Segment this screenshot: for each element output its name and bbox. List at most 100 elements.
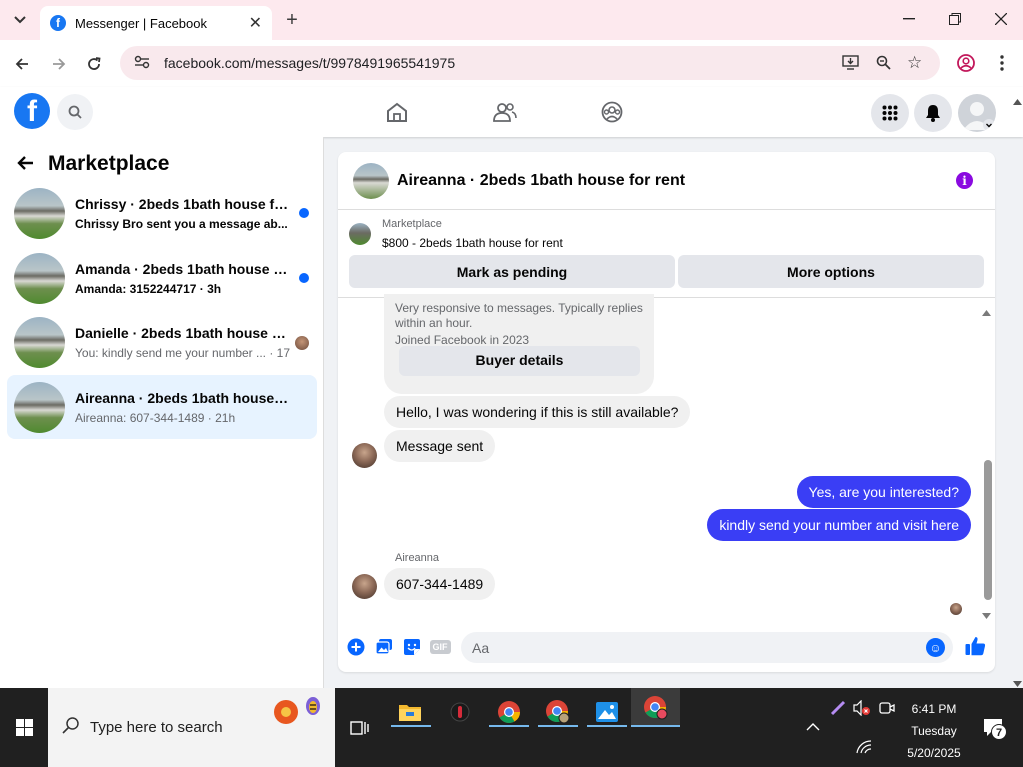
conversation-preview: Amanda: 3152244717 · 3h bbox=[75, 281, 222, 296]
chrome-profile-icon[interactable] bbox=[538, 694, 578, 729]
like-thumb-icon[interactable] bbox=[964, 635, 986, 657]
conversation-preview: Aireanna: 607-344-1489 · 21h bbox=[75, 410, 236, 425]
scrollbar-thumb[interactable] bbox=[984, 460, 992, 600]
menu-grid-icon[interactable] bbox=[871, 94, 909, 132]
account-avatar[interactable] bbox=[958, 94, 996, 132]
buyer-info-card: Very responsive to messages. Typically r… bbox=[384, 294, 654, 394]
notification-center-icon[interactable]: 7 bbox=[983, 718, 1007, 741]
search-icon bbox=[62, 716, 80, 739]
conversation-item[interactable]: Amanda · 2beds 1bath house for ... Amand… bbox=[7, 246, 317, 310]
minimize-icon[interactable] bbox=[899, 9, 919, 29]
listing-title[interactable]: $800 - 2beds 1bath house for rent bbox=[382, 236, 563, 250]
chrome-profile-active-icon[interactable] bbox=[631, 688, 680, 727]
more-options-button[interactable]: More options bbox=[678, 255, 984, 288]
clock-time: 6:41 PM bbox=[911, 702, 957, 716]
app-icon[interactable] bbox=[440, 694, 480, 729]
volume-muted-icon[interactable] bbox=[853, 699, 871, 719]
buyer-details-button[interactable]: Buyer details bbox=[399, 346, 640, 376]
active-app-indicator bbox=[391, 725, 431, 727]
listing-thumbnail bbox=[14, 252, 65, 304]
chrome-icon[interactable] bbox=[489, 694, 529, 729]
message-input[interactable]: Aa ☺ bbox=[461, 632, 953, 663]
responsiveness-text: Very responsive to messages. Typically r… bbox=[395, 301, 643, 330]
chat-panel: Aireanna · 2beds 1bath house for rent i … bbox=[338, 152, 995, 672]
bookmark-star-icon[interactable]: ☆ bbox=[907, 53, 922, 73]
mark-pending-button[interactable]: Mark as pending bbox=[349, 255, 675, 288]
emoji-icon[interactable]: ☺ bbox=[926, 638, 945, 657]
reload-icon[interactable] bbox=[83, 53, 105, 75]
contact-avatar bbox=[352, 443, 377, 468]
windows-start-icon[interactable] bbox=[16, 719, 33, 736]
windows-taskbar: Type here to search 6:41 PM Tuesday 5/20… bbox=[0, 688, 1023, 767]
listing-thumbnail bbox=[349, 223, 371, 245]
conversation-sidebar: Marketplace Chrissy · 2beds 1bath house … bbox=[0, 137, 324, 688]
sticker-icon[interactable] bbox=[402, 637, 421, 656]
task-view-icon[interactable] bbox=[340, 710, 380, 745]
home-icon[interactable] bbox=[383, 99, 411, 125]
notifications-bell-icon[interactable] bbox=[914, 94, 952, 132]
conversation-item-active[interactable]: Aireanna · 2beds 1bath house for r... Ai… bbox=[7, 375, 317, 439]
photos-icon[interactable] bbox=[587, 694, 627, 729]
message-bubble-outgoing: Yes, are you interested? bbox=[796, 476, 971, 508]
back-icon[interactable] bbox=[11, 53, 33, 75]
unread-dot-icon bbox=[299, 273, 309, 283]
conversation-item[interactable]: Chrissy · 2beds 1bath house for r... Chr… bbox=[7, 181, 317, 245]
chat-title: Aireanna · 2beds 1bath house for rent bbox=[397, 171, 686, 189]
info-icon[interactable]: i bbox=[956, 172, 973, 189]
tab-search-icon[interactable] bbox=[10, 10, 30, 30]
search-icon[interactable] bbox=[57, 94, 93, 130]
message-placeholder: Aa bbox=[472, 639, 490, 656]
show-hidden-icons-chevron-icon[interactable] bbox=[806, 720, 820, 734]
clock[interactable]: 6:41 PM Tuesday 5/20/2025 bbox=[900, 698, 968, 764]
browser-tab[interactable]: f Messenger | Facebook ✕ bbox=[40, 6, 272, 40]
message-bubble-outgoing: kindly send your number and visit here bbox=[707, 509, 971, 541]
omnibox[interactable]: facebook.com/messages/t/9978491965541975… bbox=[120, 46, 940, 80]
sender-name: Aireanna bbox=[395, 552, 440, 564]
message-bubble-incoming: Hello, I was wondering if this is still … bbox=[384, 396, 691, 428]
install-app-icon[interactable] bbox=[842, 55, 859, 73]
scroll-down-icon[interactable] bbox=[982, 606, 991, 624]
browser-chrome: f Messenger | Facebook ✕ + facebook.com/… bbox=[0, 0, 1023, 87]
facebook-logo-icon[interactable]: f bbox=[14, 93, 50, 129]
profile-icon[interactable] bbox=[956, 53, 976, 73]
scroll-up-icon[interactable] bbox=[982, 303, 991, 321]
active-app-indicator bbox=[631, 725, 680, 727]
conversation-title: Chrissy · 2beds 1bath house for r... bbox=[75, 195, 290, 212]
pen-tray-icon[interactable] bbox=[830, 700, 846, 719]
seen-avatar bbox=[295, 336, 309, 350]
conversation-title: Aireanna · 2beds 1bath house for r... bbox=[75, 389, 290, 406]
conversation-item[interactable]: Danielle · 2beds 1bath house for... You:… bbox=[7, 310, 317, 374]
tab-close-icon[interactable]: ✕ bbox=[249, 13, 262, 33]
friends-icon[interactable] bbox=[491, 99, 519, 125]
window-close-icon[interactable] bbox=[991, 9, 1011, 29]
new-tab-icon[interactable]: + bbox=[282, 9, 302, 31]
back-arrow-icon[interactable] bbox=[16, 151, 34, 177]
gif-icon[interactable]: GIF bbox=[429, 637, 451, 656]
groups-icon[interactable] bbox=[598, 99, 626, 125]
meet-now-icon[interactable] bbox=[879, 700, 895, 719]
search-highlight-flower-icon bbox=[266, 694, 328, 732]
photo-icon[interactable] bbox=[374, 637, 393, 656]
forward-icon[interactable] bbox=[48, 53, 70, 75]
site-info-icon[interactable] bbox=[134, 55, 150, 72]
active-app-indicator bbox=[538, 725, 578, 727]
zoom-icon[interactable] bbox=[876, 55, 891, 73]
listing-thumbnail bbox=[14, 316, 65, 368]
add-plus-icon[interactable] bbox=[346, 637, 365, 656]
conversation-title: Danielle · 2beds 1bath house for... bbox=[75, 324, 290, 341]
chrome-menu-icon[interactable] bbox=[992, 53, 1012, 73]
chat-header[interactable]: Aireanna · 2beds 1bath house for rent i bbox=[338, 152, 995, 210]
listing-thumbnail bbox=[14, 187, 65, 239]
maximize-icon[interactable] bbox=[945, 9, 965, 29]
notification-count-badge: 7 bbox=[991, 724, 1007, 740]
taskbar-search-box[interactable]: Type here to search bbox=[48, 688, 335, 767]
tab-title: Messenger | Facebook bbox=[75, 15, 207, 31]
page-scroll-up-icon[interactable] bbox=[1013, 92, 1022, 110]
message-thread: Very responsive to messages. Typically r… bbox=[338, 294, 995, 624]
file-explorer-icon[interactable] bbox=[390, 694, 430, 729]
active-app-indicator bbox=[489, 725, 529, 727]
tab-bar: f Messenger | Facebook ✕ + bbox=[0, 0, 1023, 40]
listing-label: Marketplace bbox=[382, 218, 442, 230]
chat-listing-avatar bbox=[353, 162, 389, 199]
wifi-icon[interactable] bbox=[856, 740, 872, 757]
